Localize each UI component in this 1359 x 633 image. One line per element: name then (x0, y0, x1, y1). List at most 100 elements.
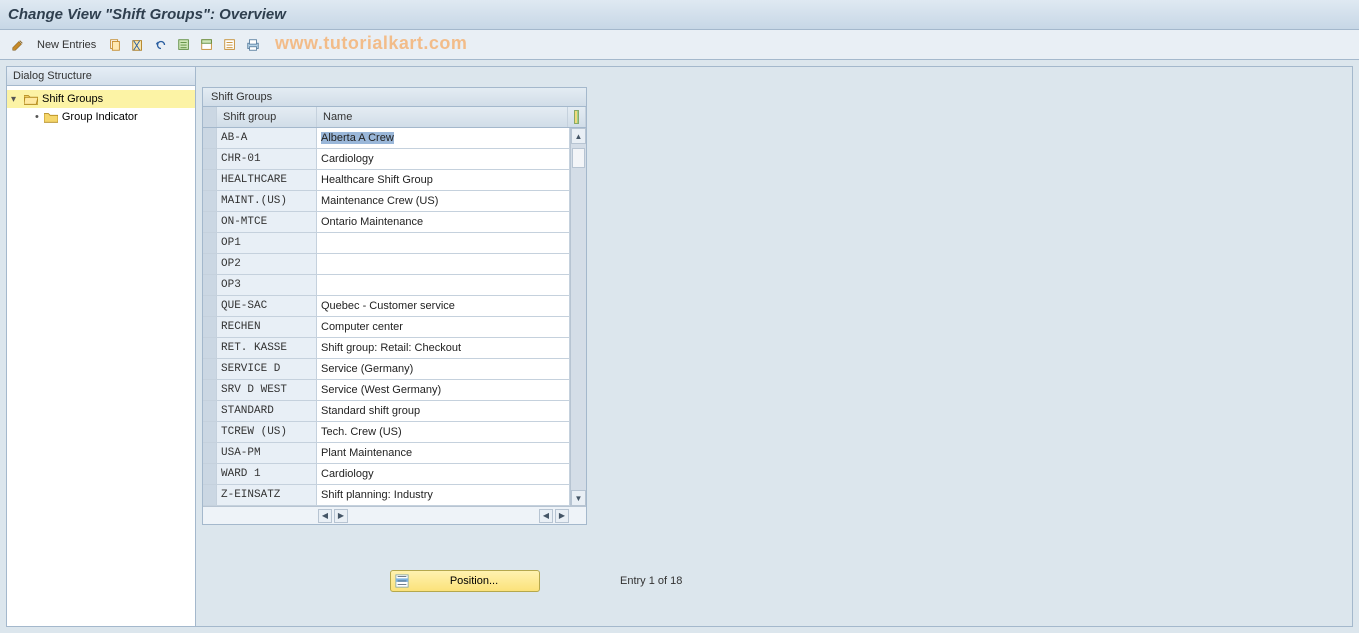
expand-toggle-icon[interactable]: ▾ (11, 94, 23, 105)
cell-name[interactable]: Shift planning: Industry (317, 485, 570, 506)
column-header-shift-group[interactable]: Shift group (217, 107, 317, 127)
cell-shift-group[interactable]: MAINT.(US) (217, 191, 317, 212)
cell-name[interactable]: Healthcare Shift Group (317, 170, 570, 191)
row-selector[interactable] (203, 275, 217, 296)
cell-shift-group[interactable]: RET. KASSE (217, 338, 317, 359)
cell-name[interactable]: Standard shift group (317, 401, 570, 422)
table-row[interactable]: CHR-01Cardiology (203, 149, 586, 170)
toggle-edit-icon[interactable] (8, 35, 28, 55)
cell-shift-group[interactable]: HEALTHCARE (217, 170, 317, 191)
cell-shift-group[interactable]: SERVICE D (217, 359, 317, 380)
vertical-scrollbar[interactable]: ▲ ▼ (570, 128, 586, 506)
row-selector[interactable] (203, 170, 217, 191)
cell-shift-group[interactable]: TCREW (US) (217, 422, 317, 443)
cell-name[interactable]: Plant Maintenance (317, 443, 570, 464)
cell-name[interactable] (317, 233, 570, 254)
table-row[interactable]: MAINT.(US)Maintenance Crew (US) (203, 191, 586, 212)
cell-shift-group[interactable]: SRV D WEST (217, 380, 317, 401)
cell-name[interactable]: Maintenance Crew (US) (317, 191, 570, 212)
row-selector[interactable] (203, 254, 217, 275)
delete-icon[interactable] (128, 35, 148, 55)
cell-shift-group[interactable]: OP2 (217, 254, 317, 275)
row-selector[interactable] (203, 191, 217, 212)
cell-name[interactable]: Cardiology (317, 149, 570, 170)
cell-name[interactable]: Shift group: Retail: Checkout (317, 338, 570, 359)
select-block-icon[interactable] (197, 35, 217, 55)
cell-name[interactable]: Service (West Germany) (317, 380, 570, 401)
hscroll-right2-icon[interactable]: ▶ (555, 509, 569, 523)
table-row[interactable]: HEALTHCAREHealthcare Shift Group (203, 170, 586, 191)
cell-shift-group[interactable]: WARD 1 (217, 464, 317, 485)
undo-icon[interactable] (151, 35, 171, 55)
cell-name[interactable]: Alberta A Crew (317, 128, 570, 149)
position-button-label: Position... (450, 575, 498, 587)
hscroll-right-icon[interactable]: ▶ (334, 509, 348, 523)
hscroll-left-icon[interactable]: ◀ (318, 509, 332, 523)
scroll-up-icon[interactable]: ▲ (571, 128, 586, 144)
cell-name[interactable]: Tech. Crew (US) (317, 422, 570, 443)
cell-name[interactable]: Ontario Maintenance (317, 212, 570, 233)
table-row[interactable]: AB-AAlberta A Crew (203, 128, 586, 149)
row-selector[interactable] (203, 212, 217, 233)
row-selector[interactable] (203, 233, 217, 254)
table-row[interactable]: STANDARDStandard shift group (203, 401, 586, 422)
hscroll-left2-icon[interactable]: ◀ (539, 509, 553, 523)
table-row[interactable]: ON-MTCEOntario Maintenance (203, 212, 586, 233)
row-selector[interactable] (203, 443, 217, 464)
scroll-track[interactable] (571, 144, 586, 490)
table-row[interactable]: TCREW (US)Tech. Crew (US) (203, 422, 586, 443)
scroll-down-icon[interactable]: ▼ (571, 490, 586, 506)
table-row[interactable]: SERVICE DService (Germany) (203, 359, 586, 380)
table-row[interactable]: SRV D WESTService (West Germany) (203, 380, 586, 401)
cell-shift-group[interactable]: AB-A (217, 128, 317, 149)
configure-columns-icon[interactable] (568, 107, 586, 127)
cell-shift-group[interactable]: STANDARD (217, 401, 317, 422)
new-entries-button[interactable]: New Entries (31, 36, 102, 54)
cell-shift-group[interactable]: USA-PM (217, 443, 317, 464)
table-row[interactable]: Z-EINSATZShift planning: Industry (203, 485, 586, 506)
cell-shift-group[interactable]: Z-EINSATZ (217, 485, 317, 506)
row-selector[interactable] (203, 380, 217, 401)
table-row[interactable]: OP2 (203, 254, 586, 275)
cell-name[interactable]: Cardiology (317, 464, 570, 485)
select-all-icon[interactable] (174, 35, 194, 55)
row-selector[interactable] (203, 149, 217, 170)
table-row[interactable]: RET. KASSEShift group: Retail: Checkout (203, 338, 586, 359)
tree-item-shift-groups[interactable]: ▾ Shift Groups (7, 90, 195, 108)
cell-name[interactable] (317, 254, 570, 275)
row-selector[interactable] (203, 422, 217, 443)
row-selector[interactable] (203, 464, 217, 485)
row-selector[interactable] (203, 128, 217, 149)
cell-shift-group[interactable]: OP3 (217, 275, 317, 296)
cell-shift-group[interactable]: OP1 (217, 233, 317, 254)
row-selector[interactable] (203, 359, 217, 380)
table-row[interactable]: WARD 1Cardiology (203, 464, 586, 485)
row-selector[interactable] (203, 401, 217, 422)
cell-shift-group[interactable]: ON-MTCE (217, 212, 317, 233)
column-header-name[interactable]: Name (317, 107, 568, 127)
cell-name[interactable]: Quebec - Customer service (317, 296, 570, 317)
row-selector[interactable] (203, 317, 217, 338)
row-selector[interactable] (203, 338, 217, 359)
scroll-thumb[interactable] (572, 148, 585, 168)
table-row[interactable]: OP3 (203, 275, 586, 296)
table-title: Shift Groups (203, 88, 586, 107)
tree-item-group-indicator[interactable]: • Group Indicator (7, 108, 195, 126)
cell-name[interactable]: Service (Germany) (317, 359, 570, 380)
table-row[interactable]: USA-PMPlant Maintenance (203, 443, 586, 464)
cell-name[interactable]: Computer center (317, 317, 570, 338)
cell-name[interactable] (317, 275, 570, 296)
print-icon[interactable] (243, 35, 263, 55)
cell-shift-group[interactable]: CHR-01 (217, 149, 317, 170)
deselect-all-icon[interactable] (220, 35, 240, 55)
position-button[interactable]: Position... (390, 570, 540, 592)
row-selector-header[interactable] (203, 107, 217, 127)
cell-shift-group[interactable]: QUE-SAC (217, 296, 317, 317)
cell-shift-group[interactable]: RECHEN (217, 317, 317, 338)
table-row[interactable]: QUE-SACQuebec - Customer service (203, 296, 586, 317)
table-row[interactable]: RECHENComputer center (203, 317, 586, 338)
table-row[interactable]: OP1 (203, 233, 586, 254)
row-selector[interactable] (203, 485, 217, 506)
row-selector[interactable] (203, 296, 217, 317)
copy-as-icon[interactable] (105, 35, 125, 55)
